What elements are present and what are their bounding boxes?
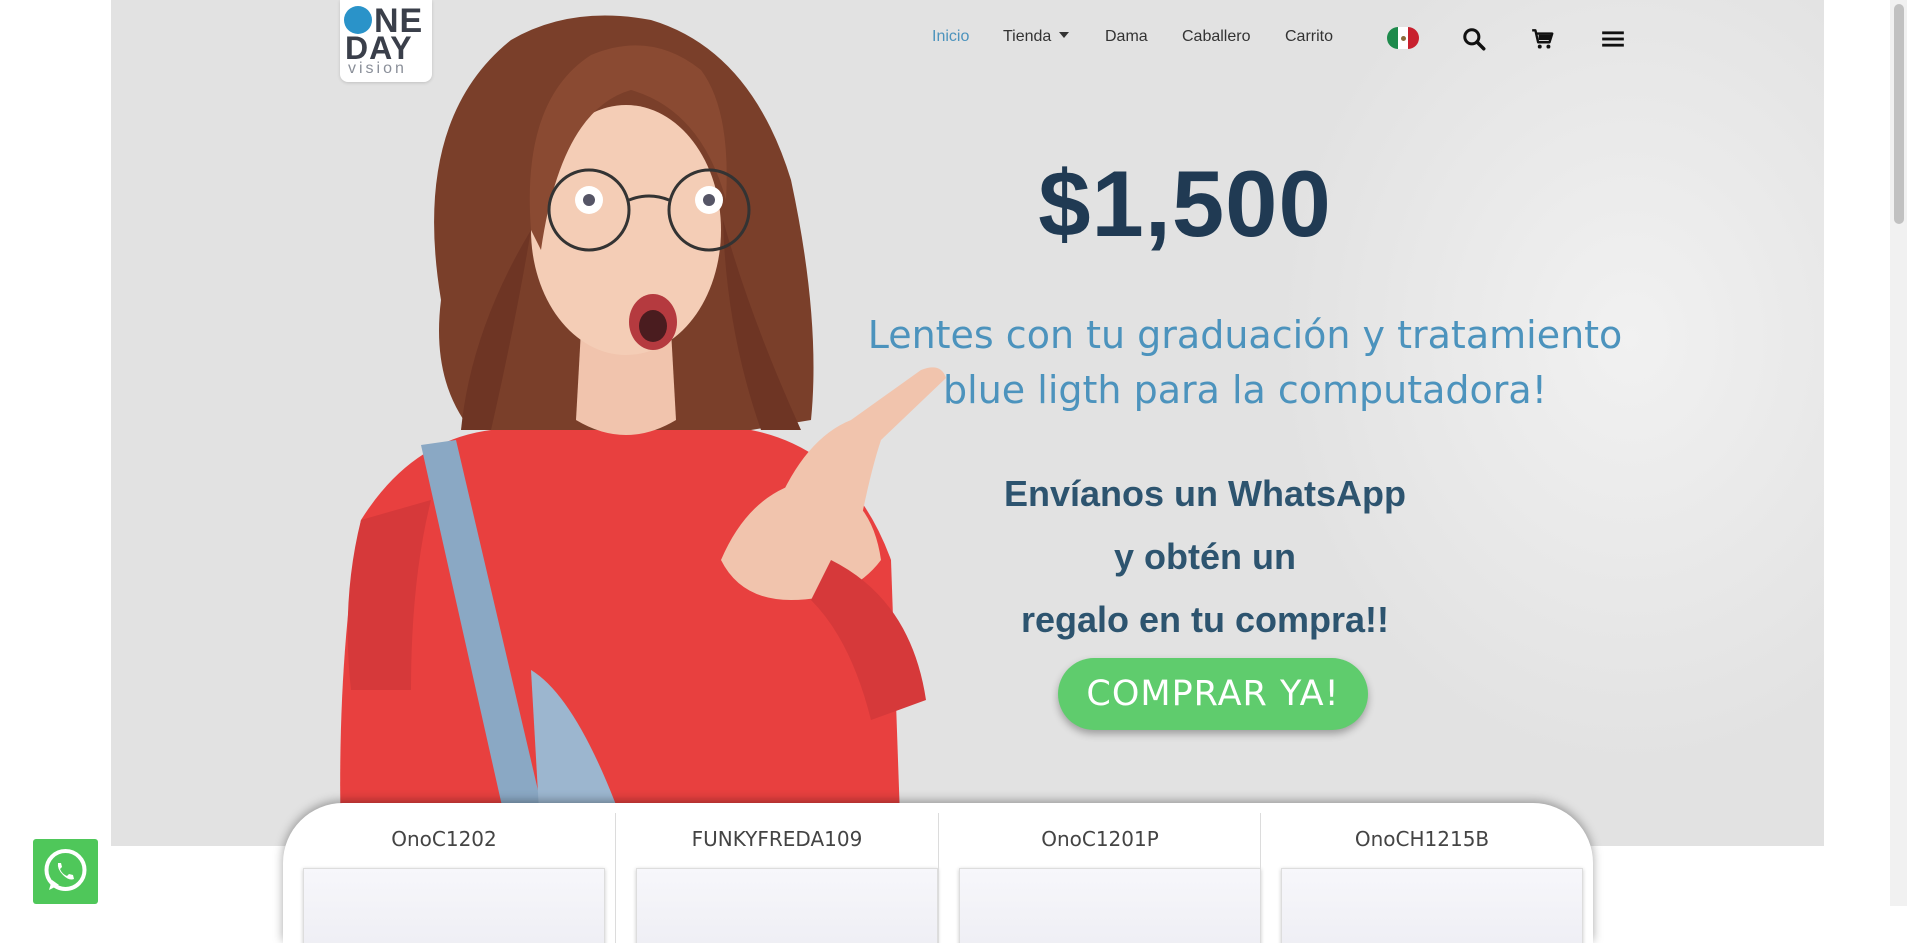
- page-scrollbar[interactable]: [1890, 0, 1907, 906]
- model-photo: [340, 15, 946, 846]
- hero-subtitle-line: blue ligth para la computadora!: [943, 368, 1547, 412]
- whatsapp-button[interactable]: [33, 839, 98, 904]
- buy-now-button[interactable]: COMPRAR YA!: [1058, 658, 1368, 730]
- product-card[interactable]: FUNKYFREDA109: [615, 813, 938, 943]
- hero-banner: [111, 0, 1824, 846]
- nav-item-inicio[interactable]: Inicio: [932, 28, 969, 46]
- nav-item-label: Tienda: [1003, 28, 1052, 45]
- nav-item-caballero[interactable]: Caballero: [1182, 28, 1250, 46]
- promo-line: Envíanos un WhatsApp: [1003, 473, 1406, 514]
- promo-line: regalo en tu compra!!: [1020, 599, 1390, 640]
- product-card[interactable]: OnoCH1215B: [1260, 813, 1583, 943]
- product-card[interactable]: OnoC1202: [283, 813, 605, 943]
- whatsapp-promo-text: Envíanos un WhatsApp y obtén un regalo e…: [935, 462, 1475, 651]
- product-name[interactable]: OnoC1202: [283, 827, 605, 851]
- nav-item-carrito[interactable]: Carrito: [1285, 28, 1333, 46]
- product-name[interactable]: OnoCH1215B: [1261, 827, 1583, 851]
- product-card[interactable]: OnoC1201P: [938, 813, 1261, 943]
- price-headline: $1,500: [1038, 151, 1332, 256]
- product-name[interactable]: OnoC1201P: [939, 827, 1261, 851]
- product-name[interactable]: FUNKYFREDA109: [616, 827, 938, 851]
- whatsapp-icon: [44, 849, 87, 891]
- main-nav: Inicio Tienda Dama Caballero Carrito: [0, 24, 1907, 54]
- cart-icon[interactable]: [1530, 26, 1556, 52]
- nav-item-dama[interactable]: Dama: [1105, 28, 1148, 46]
- promo-line: y obtén un: [1114, 536, 1296, 577]
- hero-subtitle: Lentes con tu graduación y tratamiento b…: [860, 308, 1630, 418]
- search-icon[interactable]: [1461, 26, 1487, 52]
- nav-item-tienda[interactable]: Tienda: [1003, 28, 1070, 46]
- hero-subtitle-line: Lentes con tu graduación y tratamiento: [867, 313, 1623, 357]
- menu-icon[interactable]: [1600, 26, 1626, 52]
- logo-text-3: vision: [348, 60, 407, 77]
- product-carousel: OnoC1202 FUNKYFREDA109 OnoC1201P OnoCH12…: [283, 803, 1593, 943]
- chevron-down-icon: [1059, 32, 1070, 38]
- mexico-flag-icon[interactable]: [1387, 27, 1419, 49]
- scrollbar-thumb[interactable]: [1894, 4, 1904, 224]
